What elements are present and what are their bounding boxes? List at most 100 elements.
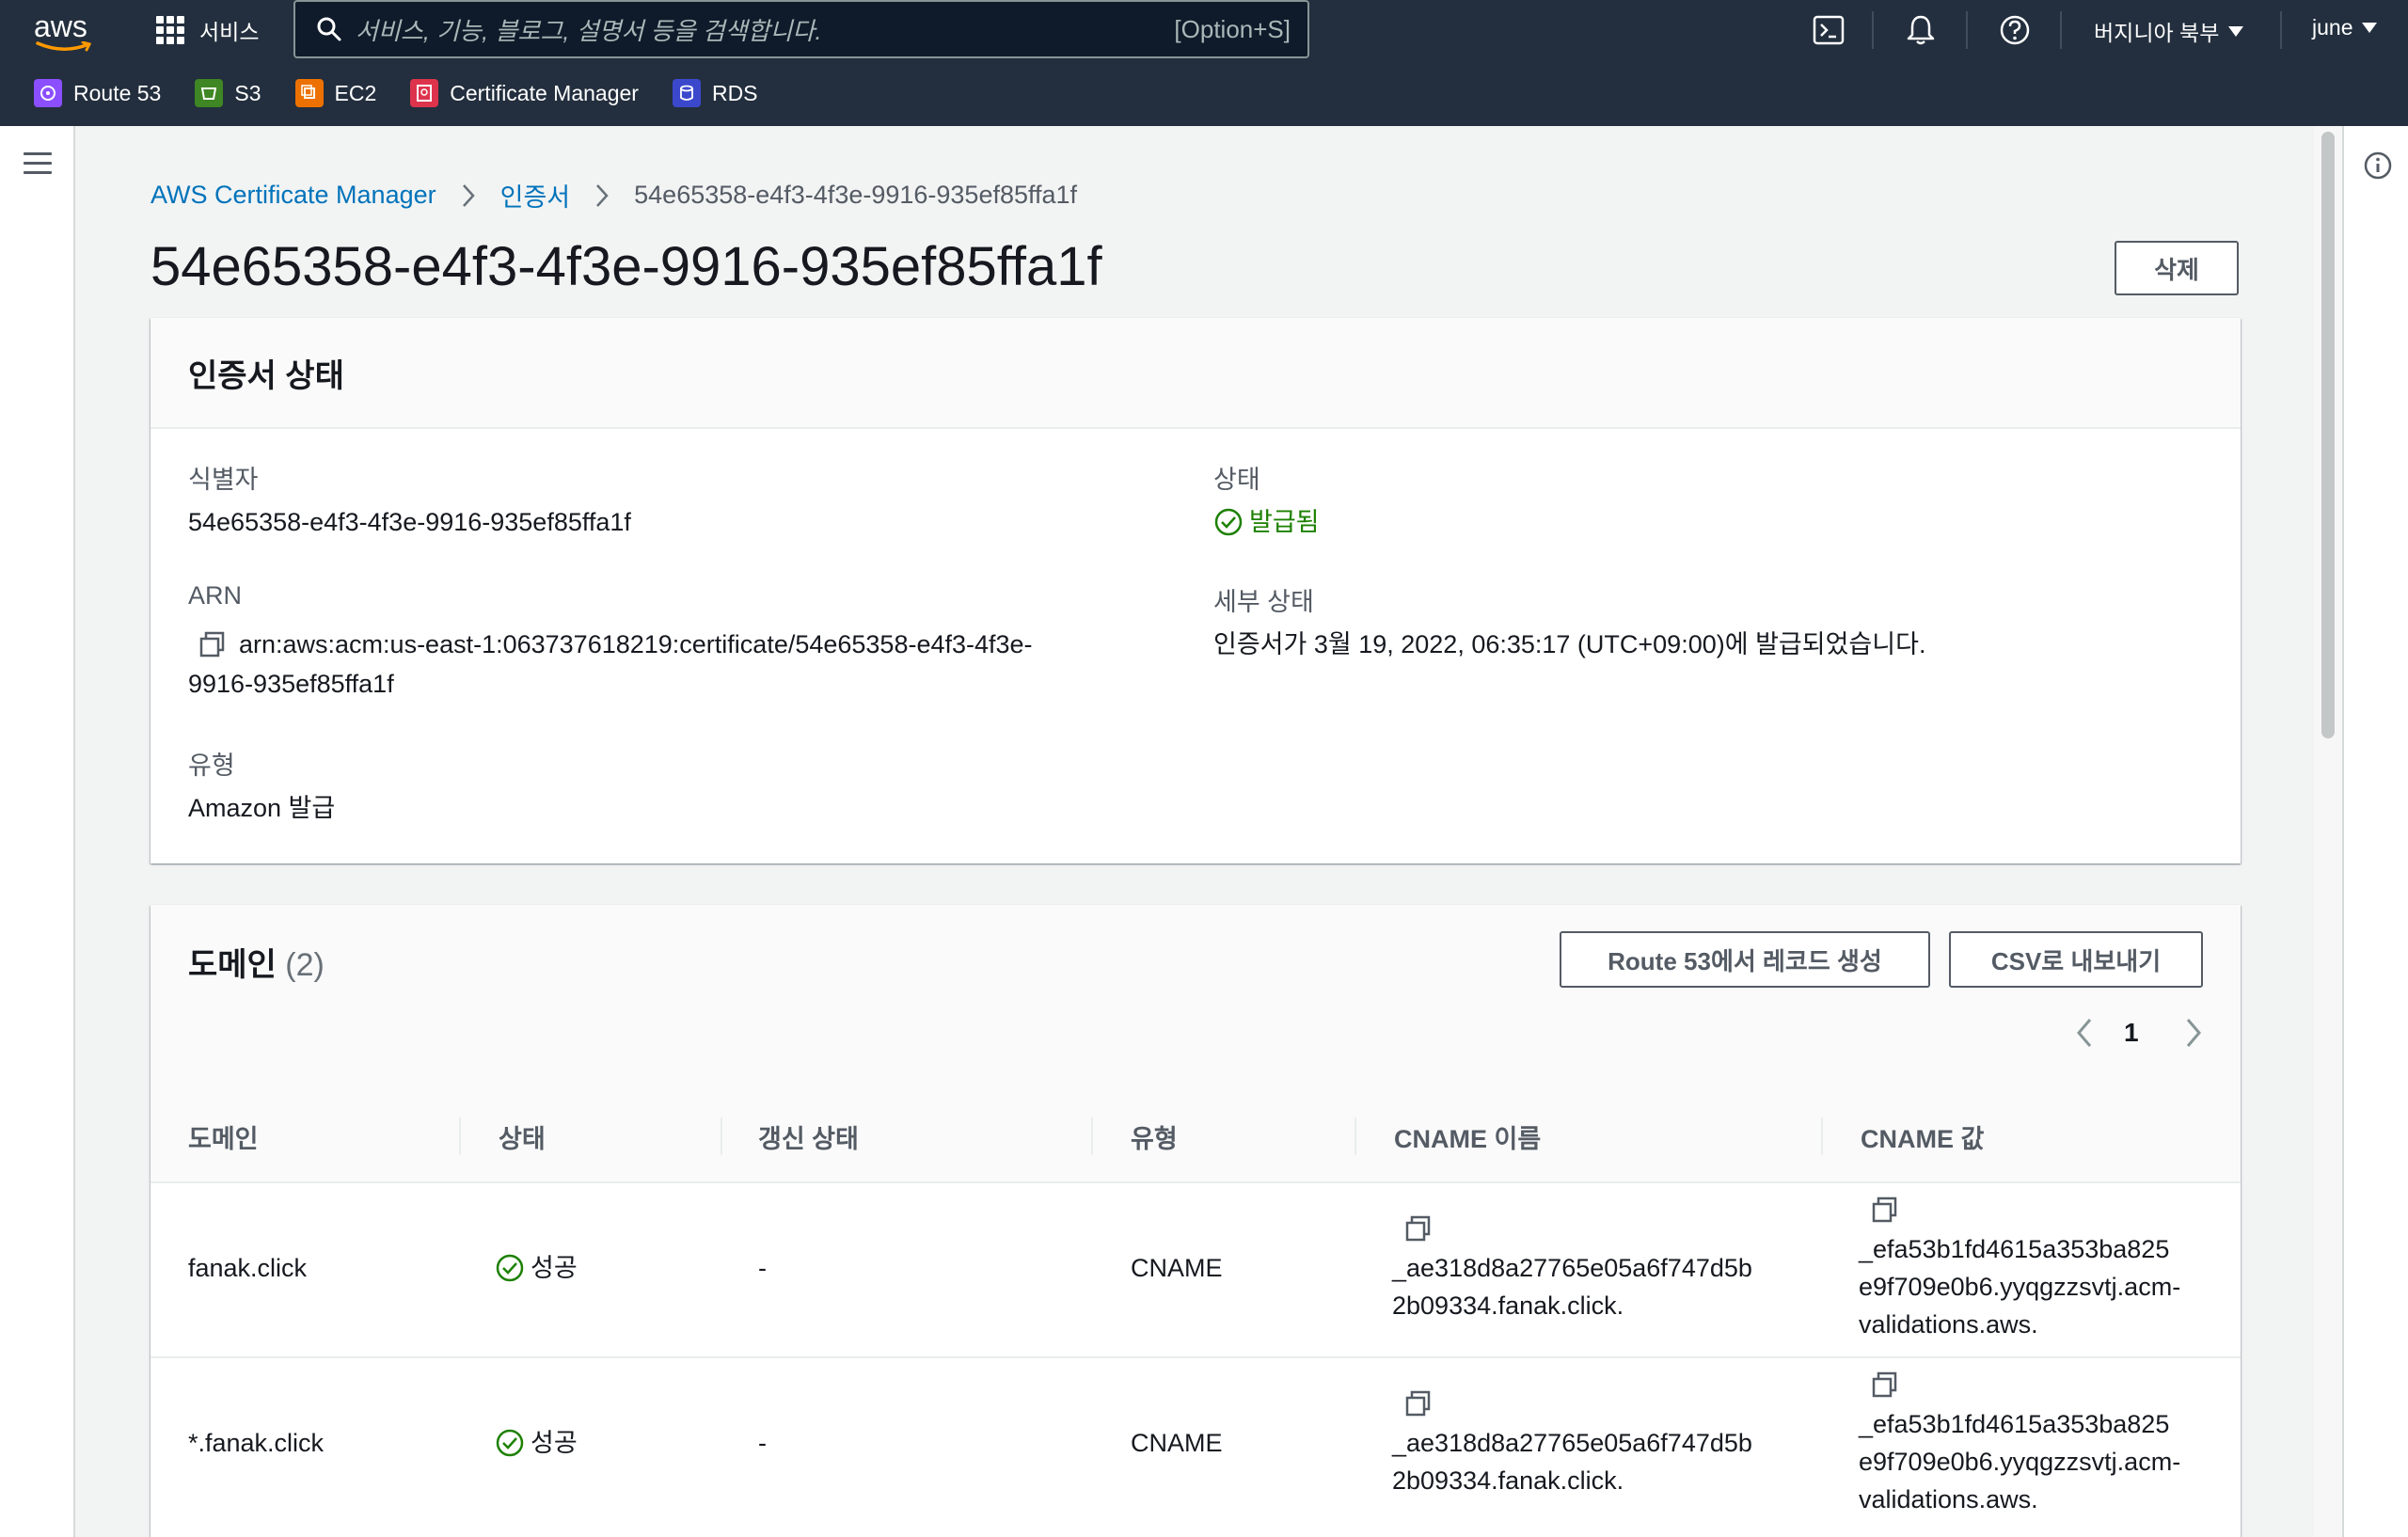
- domains-panel: 도메인 (2) Route 53에서 레코드 생성 CSV로 내보내기 1 도메…: [150, 905, 2241, 1537]
- services-grid-icon: [156, 16, 184, 44]
- arn-value: arn:aws:acm:us-east-1:063737618219:certi…: [188, 625, 1033, 704]
- user-menu[interactable]: june: [2312, 15, 2378, 40]
- success-check-icon: [1214, 508, 1243, 536]
- column-resizer[interactable]: [459, 1117, 461, 1155]
- nav-divider: [2280, 11, 2282, 49]
- caret-down-icon: [2228, 25, 2244, 37]
- cname-value-cell: _efa53b1fd4615a353ba825 e9f709e0b6.yyqgz…: [1859, 1195, 2180, 1343]
- copy-icon[interactable]: [1403, 1388, 1434, 1418]
- aws-smile-icon: [36, 41, 92, 52]
- page-title: 54e65358-e4f3-4f3e-9916-935ef85ffa1f: [150, 236, 1102, 297]
- identifier-label: 식별자: [188, 466, 259, 494]
- chevron-right-icon: [462, 183, 475, 207]
- favorite-certificate-manager[interactable]: Certificate Manager: [410, 79, 639, 107]
- cname-name-line: _ae318d8a27765e05a6f747d5b: [1392, 1254, 1752, 1282]
- cname-value-line: validations.aws.: [1859, 1310, 2038, 1339]
- copy-icon[interactable]: [1870, 1370, 1900, 1400]
- ec2-icon: [294, 79, 324, 107]
- column-resizer[interactable]: [1091, 1117, 1093, 1155]
- hamburger-menu-icon[interactable]: [24, 152, 52, 175]
- cname-value-cell: _efa53b1fd4615a353ba825 e9f709e0b6.yyqgz…: [1859, 1370, 2180, 1518]
- breadcrumb-acm-link[interactable]: AWS Certificate Manager: [150, 181, 436, 210]
- breadcrumb-certificates-link[interactable]: 인증서: [500, 177, 571, 214]
- cname-name-cell: _ae318d8a27765e05a6f747d5b 2b09334.fanak…: [1392, 1388, 1752, 1499]
- status-label: 상태: [1213, 466, 1260, 494]
- help-icon[interactable]: [1998, 13, 2032, 47]
- favorite-label: RDS: [711, 80, 758, 105]
- type-cell: CNAME: [1131, 1254, 1223, 1282]
- search-icon: [317, 17, 341, 41]
- table-row: fanak.click 성공 - CNAME _ae318d8a27765e05…: [150, 1183, 2241, 1355]
- info-icon[interactable]: [2363, 151, 2393, 181]
- breadcrumb-current: 54e65358-e4f3-4f3e-9916-935ef85ffa1f: [634, 181, 1078, 209]
- copy-icon[interactable]: [1403, 1213, 1434, 1244]
- cname-value-line: e9f709e0b6.yyqgzzsvtj.acm-: [1859, 1448, 2181, 1476]
- status-value: 발급됨: [1213, 502, 1320, 542]
- arn-label: ARN: [188, 581, 243, 610]
- cname-name-line: _ae318d8a27765e05a6f747d5b: [1392, 1429, 1752, 1457]
- cname-value-line: e9f709e0b6.yyqgzzsvtj.acm-: [1859, 1273, 2181, 1301]
- domain-cell: fanak.click: [188, 1254, 308, 1282]
- type-value: Amazon 발급: [188, 794, 336, 822]
- column-resizer[interactable]: [1821, 1117, 1823, 1155]
- aws-logo[interactable]: aws: [34, 9, 94, 52]
- type-cell: CNAME: [1131, 1429, 1223, 1457]
- panel-title: 인증서 상태: [188, 358, 344, 394]
- cname-name-line: 2b09334.fanak.click.: [1392, 1466, 1624, 1495]
- search-input[interactable]: 서비스, 기능, 블로그, 설명서 등을 검색합니다. [Option+S]: [293, 0, 1309, 58]
- column-header-cname-value[interactable]: CNAME 값: [1861, 1091, 1984, 1181]
- favorite-s3[interactable]: S3: [195, 79, 261, 107]
- breadcrumb: AWS Certificate Manager 인증서 54e65358-e4f…: [150, 177, 1077, 214]
- aws-logo-text: aws: [34, 9, 87, 43]
- page-number[interactable]: 1: [2124, 1018, 2139, 1048]
- favorite-label: Route 53: [73, 80, 162, 105]
- search-placeholder: 서비스, 기능, 블로그, 설명서 등을 검색합니다.: [356, 16, 822, 45]
- certificate-manager-icon: [410, 79, 439, 107]
- region-selector[interactable]: 버지니아 북부: [2094, 15, 2244, 47]
- status-text: 성공: [531, 1254, 578, 1282]
- delete-button[interactable]: 삭제: [2115, 241, 2239, 295]
- domains-title: 도메인: [188, 947, 277, 983]
- nav-divider: [2060, 11, 2062, 49]
- favorite-label: EC2: [334, 80, 377, 105]
- column-header-status[interactable]: 상태: [499, 1091, 546, 1181]
- cname-name-cell: _ae318d8a27765e05a6f747d5b 2b09334.fanak…: [1392, 1213, 1752, 1324]
- export-csv-button[interactable]: CSV로 내보내기: [1949, 931, 2203, 988]
- create-route53-records-button[interactable]: Route 53에서 레코드 생성: [1560, 931, 1930, 988]
- scrollbar-thumb[interactable]: [2321, 132, 2335, 738]
- detail-status-label: 세부 상태: [1213, 588, 1314, 616]
- favorites-bar: Route 53 S3 EC2 Certificate Manager RDS: [0, 60, 2408, 126]
- right-tools-rail: [2342, 126, 2408, 1537]
- services-label: 서비스: [199, 20, 260, 44]
- type-label: 유형: [188, 752, 235, 780]
- left-navigation-rail: [0, 126, 75, 1537]
- domains-count: (2): [285, 947, 325, 983]
- status-cell: 성공: [495, 1249, 578, 1287]
- column-header-domain[interactable]: 도메인: [188, 1091, 259, 1181]
- s3-icon: [195, 79, 224, 107]
- favorite-ec2[interactable]: EC2: [294, 79, 377, 107]
- cloudshell-icon[interactable]: [1812, 13, 1846, 47]
- bell-icon[interactable]: [1904, 13, 1938, 47]
- column-header-cname-name[interactable]: CNAME 이름: [1394, 1091, 1541, 1181]
- column-header-renewal-status[interactable]: 갱신 상태: [758, 1091, 859, 1181]
- success-check-icon: [496, 1254, 524, 1282]
- caret-down-icon: [2362, 23, 2378, 33]
- services-menu[interactable]: 서비스: [156, 13, 259, 47]
- column-header-type[interactable]: 유형: [1131, 1091, 1178, 1181]
- rds-icon: [672, 79, 701, 107]
- chevron-right-icon[interactable]: [2180, 1016, 2207, 1050]
- column-resizer[interactable]: [1354, 1117, 1356, 1155]
- favorite-label: Certificate Manager: [450, 80, 639, 105]
- favorite-rds[interactable]: RDS: [672, 79, 758, 107]
- table-header: 도메인 상태 갱신 상태 유형 CNAME 이름 CNAME 값: [150, 1091, 2241, 1181]
- chevron-left-icon[interactable]: [2071, 1016, 2098, 1050]
- copy-icon[interactable]: [1870, 1195, 1900, 1225]
- column-resizer[interactable]: [721, 1117, 722, 1155]
- favorite-route53[interactable]: Route 53: [34, 79, 161, 107]
- cname-value-line: _efa53b1fd4615a353ba825: [1859, 1410, 2170, 1438]
- arn-line: arn:aws:acm:us-east-1:063737618219:certi…: [239, 630, 1033, 658]
- copy-icon[interactable]: [198, 629, 228, 659]
- renewal-status-cell: -: [758, 1254, 767, 1282]
- chevron-right-icon: [596, 183, 609, 207]
